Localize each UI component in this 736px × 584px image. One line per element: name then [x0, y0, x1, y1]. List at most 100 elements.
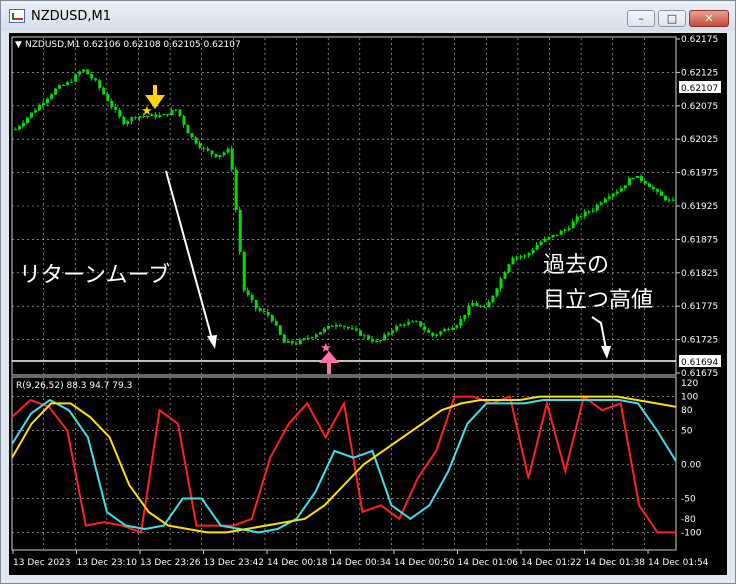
- candle-body: [234, 169, 238, 210]
- candle-body: [359, 330, 363, 336]
- time-tick-label: 14 Dec 00:18: [267, 558, 328, 568]
- candle-body: [274, 321, 278, 326]
- price-tick-label: 0.61925: [681, 202, 718, 212]
- candle-body: [667, 199, 671, 201]
- minimize-button[interactable]: –: [627, 10, 655, 27]
- candle-body: [342, 326, 347, 328]
- candle-body: [74, 74, 78, 82]
- chart-header: NZDUSD,M1 0.62106 0.62108 0.62105 0.6210…: [25, 40, 241, 50]
- candle-body: [238, 209, 242, 253]
- candle-body: [587, 211, 591, 213]
- chart-window-icon: [9, 9, 25, 23]
- candle-body: [363, 335, 367, 337]
- candle-body: [134, 117, 138, 119]
- candle-body: [559, 230, 563, 235]
- candle-body: [523, 255, 527, 257]
- candle-body: [158, 115, 162, 118]
- chart-area[interactable]: ▼ NZDUSD,M1 0.62106 0.62108 0.62105 0.62…: [9, 33, 727, 575]
- indicator-tick-label: 80: [681, 406, 693, 416]
- candle-body: [226, 148, 230, 153]
- candle-body: [302, 338, 306, 340]
- candle-body: [282, 334, 286, 343]
- candle-body: [262, 310, 266, 313]
- candle-body: [615, 191, 619, 194]
- price-tick-label: 0.62175: [681, 35, 718, 45]
- candle-body: [563, 229, 567, 231]
- candle-body: [338, 325, 342, 327]
- candle-body: [515, 256, 519, 258]
- candle-body: [591, 210, 595, 212]
- past-high-annotation-line1: 過去の: [543, 253, 609, 278]
- candle-body: [90, 74, 94, 79]
- candle-body: [439, 331, 443, 335]
- candle-body: [511, 257, 515, 265]
- candle-body: [18, 126, 22, 130]
- indicator-tick-label: 0.00: [681, 461, 701, 471]
- candle-body: [210, 150, 214, 155]
- candle-body: [306, 337, 310, 339]
- candle-body: [170, 110, 174, 116]
- candle-body: [627, 178, 631, 186]
- candle-body: [475, 302, 479, 307]
- candle-body: [214, 154, 218, 158]
- candle-body: [551, 234, 555, 237]
- indicator-lines: [11, 394, 677, 534]
- candle-body: [391, 330, 395, 334]
- time-tick-label: 14 Dec 01:54: [648, 558, 709, 568]
- candle-body: [318, 332, 322, 335]
- chart-canvas[interactable]: ▼ NZDUSD,M1 0.62106 0.62108 0.62105 0.62…: [9, 33, 727, 575]
- candle-body: [230, 148, 234, 170]
- price-tick-label: 0.61775: [681, 302, 718, 312]
- candle-body: [495, 288, 499, 296]
- candle-body: [527, 252, 531, 256]
- candle-body: [118, 109, 122, 117]
- candle-body: [639, 176, 643, 182]
- candle-body: [58, 85, 62, 89]
- candle-body: [294, 343, 298, 345]
- maximize-button[interactable]: □: [658, 10, 686, 27]
- candle-body: [535, 245, 539, 250]
- indicator-series-line: [11, 394, 676, 534]
- candle-body: [206, 148, 210, 151]
- candle-body: [611, 193, 615, 197]
- time-tick-label: 14 Dec 01:22: [521, 558, 582, 568]
- candle-body: [34, 110, 38, 113]
- candle-body: [222, 152, 226, 156]
- candle-body: [114, 106, 118, 110]
- candle-body: [298, 339, 302, 345]
- candle-body: [451, 327, 455, 330]
- past-high-arrow-icon: [591, 316, 611, 359]
- candle-body: [395, 326, 399, 331]
- candle-body: [178, 109, 182, 116]
- candle-body: [435, 334, 439, 336]
- candle-body: [70, 81, 74, 83]
- price-tick-label: 0.61875: [681, 235, 718, 245]
- price-tick-label: 0.61825: [681, 269, 718, 279]
- indicator-tick-label: 50: [681, 427, 693, 437]
- terminal-window: NZDUSD,M1 – □ ✕ ▼ NZDUSD,M1 0.62106 0.62…: [0, 0, 736, 584]
- candle-body: [198, 143, 202, 148]
- candle-body: [166, 114, 170, 116]
- title-bar[interactable]: NZDUSD,M1 – □ ✕: [1, 1, 735, 31]
- candle-body: [383, 334, 387, 341]
- candle-body: [218, 155, 222, 158]
- indicator-series-line: [11, 395, 677, 534]
- candle-body: [106, 94, 110, 101]
- candle-body: [330, 325, 334, 327]
- candle-body: [387, 333, 391, 335]
- price-tick-label: 0.62075: [681, 102, 718, 112]
- price-tick-label: 0.61675: [681, 369, 718, 379]
- candle-body: [555, 234, 559, 236]
- candle-body: [423, 326, 427, 330]
- candle-body: [194, 137, 198, 144]
- time-tick-label: 13 Dec 23:26: [140, 558, 201, 568]
- candle-body: [62, 85, 66, 87]
- candle-body: [635, 176, 639, 178]
- candle-body: [647, 183, 651, 188]
- time-tick-label: 13 Dec 23:10: [77, 558, 138, 568]
- close-button[interactable]: ✕: [689, 10, 729, 27]
- candle-body: [655, 189, 659, 192]
- candle-body: [182, 115, 186, 125]
- candle-body: [411, 321, 415, 323]
- candle-body: [463, 314, 467, 319]
